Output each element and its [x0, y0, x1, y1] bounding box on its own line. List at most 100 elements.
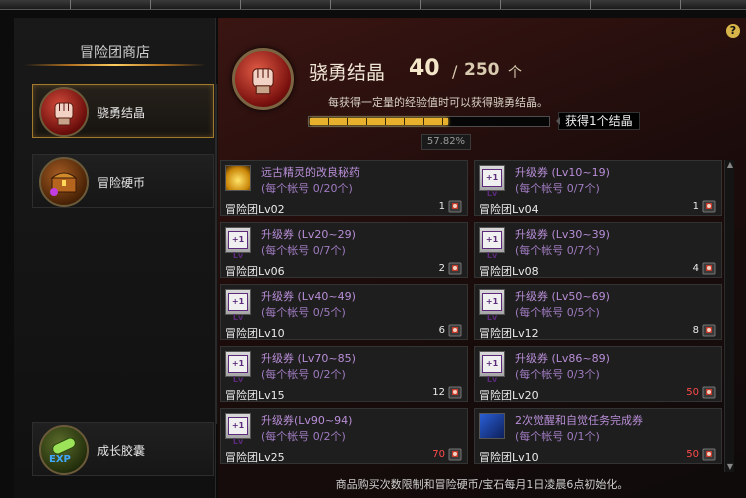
shop-sidebar: 冒险团商店 骁勇结晶 冒险硬币 EXP 成长胶囊 ▲ ▼: [14, 18, 226, 498]
tab-divider: [70, 0, 71, 9]
valor-crystal-currency-icon: [702, 447, 716, 461]
shop-main-panel: ? 骁勇结晶 40 / 2 50 个 每获得一定量的经验值时可以获得骁勇结晶。 5…: [218, 18, 746, 498]
tab-divider: [420, 0, 421, 9]
treasure-chest-icon: [39, 157, 89, 207]
item-requirement: 冒险团Lv25: [225, 451, 285, 464]
sidebar-item-valor-crystal[interactable]: 骁勇结晶: [32, 84, 214, 138]
help-icon[interactable]: ?: [726, 24, 740, 38]
fist-icon: [39, 87, 89, 137]
reward-tooltip: 获得1个结晶: [556, 112, 640, 130]
shop-item[interactable]: +1 Lv 升级券 (Lv70~85) (每个帐号 0/2个) 冒险团Lv15 12: [220, 346, 468, 402]
valor-crystal-icon: [232, 48, 294, 110]
level-ticket-icon: +1 Lv: [479, 351, 505, 384]
item-name: 2次觉醒和自觉任务完成券: [515, 414, 643, 427]
level-ticket-icon: +1 Lv: [225, 413, 251, 446]
item-price: 1: [692, 201, 699, 212]
item-name: 升级券 (Lv86~89): [515, 352, 610, 365]
currency-separator: /: [452, 62, 458, 81]
exp-capsule-icon: EXP: [39, 425, 89, 475]
item-name: 升级券(Lv90~94): [261, 414, 353, 427]
currency-unit: 个: [508, 65, 522, 81]
valor-crystal-currency-icon: [448, 385, 462, 399]
sidebar-item-adventure-coin[interactable]: 冒险硬币: [32, 154, 214, 208]
item-price: 8: [692, 325, 699, 336]
item-requirement: 冒险团Lv02: [225, 203, 285, 216]
shop-title: 冒险团商店: [80, 45, 150, 61]
item-purchase-limit: (每个帐号 0/5个): [515, 306, 600, 319]
valor-crystal-currency-icon: [702, 261, 716, 275]
sidebar-item-label: 成长胶囊: [97, 444, 146, 458]
shop-item[interactable]: +1 Lv 升级券(Lv90~94) (每个帐号 0/2个) 冒险团Lv25 70: [220, 408, 468, 464]
tab-divider: [680, 0, 681, 9]
item-price: 6: [438, 325, 445, 336]
shop-item[interactable]: 远古精灵的改良秘药 (每个帐号 0/20个) 冒险团Lv02 1: [220, 160, 468, 216]
item-price: 2: [438, 263, 445, 274]
item-requirement: 冒险团Lv10: [225, 327, 285, 340]
valor-crystal-currency-icon: [448, 199, 462, 213]
item-purchase-limit: (每个帐号 0/20个): [261, 182, 353, 195]
item-purchase-limit: (每个帐号 0/3个): [515, 368, 600, 381]
item-purchase-limit: (每个帐号 0/7个): [515, 244, 600, 257]
item-scrollbar[interactable]: ▲ ▼: [724, 160, 734, 472]
item-name: 升级券 (Lv70~85): [261, 352, 356, 365]
svg-text:EXP: EXP: [49, 454, 71, 465]
reset-notice: 商品购买次数限制和冒险硬币/宝石每月1日凌晨6点初始化。: [335, 478, 629, 491]
item-purchase-limit: (每个帐号 0/2个): [261, 368, 346, 381]
shop-item[interactable]: +1 Lv 升级券 (Lv50~69) (每个帐号 0/5个) 冒险团Lv12 8: [474, 284, 722, 340]
valor-crystal-currency-icon: [448, 447, 462, 461]
item-purchase-limit: (每个帐号 0/7个): [515, 182, 600, 195]
item-name: 升级券 (Lv30~39): [515, 228, 610, 241]
scroll-down-icon[interactable]: ▼: [725, 462, 735, 472]
item-price: 4: [692, 263, 699, 274]
item-name: 升级券 (Lv10~19): [515, 166, 610, 179]
shop-item[interactable]: +1 Lv 升级券 (Lv20~29) (每个帐号 0/7个) 冒险团Lv06 2: [220, 222, 468, 278]
item-name: 升级券 (Lv20~29): [261, 228, 356, 241]
sidebar-item-label: 骁勇结晶: [97, 106, 146, 120]
crystal-progress-bar: [308, 116, 550, 127]
item-requirement: 冒险团Lv04: [479, 203, 539, 216]
sidebar-item-label: 冒险硬币: [97, 176, 146, 190]
item-name: 远古精灵的改良秘药: [261, 166, 360, 179]
tab-divider: [330, 0, 331, 9]
progress-percent: 57.82%: [421, 134, 471, 150]
currency-name: 骁勇结晶: [309, 62, 386, 84]
item-price: 50: [686, 449, 699, 460]
item-requirement: 冒险团Lv20: [479, 389, 539, 402]
item-purchase-limit: (每个帐号 0/5个): [261, 306, 346, 319]
tab-divider: [590, 0, 591, 9]
progress-fill: [310, 118, 448, 125]
level-ticket-icon: +1 Lv: [225, 351, 251, 384]
shop-item[interactable]: +1 Lv 升级券 (Lv30~39) (每个帐号 0/7个) 冒险团Lv08 4: [474, 222, 722, 278]
shop-item-grid: 远古精灵的改良秘药 (每个帐号 0/20个) 冒险团Lv02 1 +1 Lv 升级券 (L…: [220, 160, 722, 472]
shop-item[interactable]: +1 Lv 升级券 (Lv10~19) (每个帐号 0/7个) 冒险团Lv04 1: [474, 160, 722, 216]
shop-item[interactable]: 2次觉醒和自觉任务完成券 (每个帐号 0/1个) 冒险团Lv10 50: [474, 408, 722, 464]
item-price: 70: [432, 449, 445, 460]
currency-current: 40: [409, 56, 440, 81]
potion-icon: [225, 165, 251, 191]
item-price: 1: [438, 201, 445, 212]
shop-item[interactable]: +1 Lv 升级券 (Lv40~49) (每个帐号 0/5个) 冒险团Lv10 6: [220, 284, 468, 340]
item-purchase-limit: (每个帐号 0/7个): [261, 244, 346, 257]
top-tab-strip: [0, 0, 746, 10]
item-purchase-limit: (每个帐号 0/1个): [515, 430, 600, 443]
valor-crystal-currency-icon: [448, 323, 462, 337]
valor-crystal-currency-icon: [702, 199, 716, 213]
valor-crystal-currency-icon: [448, 261, 462, 275]
item-price: 50: [686, 387, 699, 398]
tab-divider: [500, 0, 501, 9]
level-ticket-icon: +1 Lv: [479, 289, 505, 322]
valor-crystal-currency-icon: [702, 385, 716, 399]
level-ticket-icon: +1 Lv: [479, 227, 505, 260]
item-requirement: 冒险团Lv10: [479, 451, 539, 464]
item-name: 升级券 (Lv50~69): [515, 290, 610, 303]
shop-item[interactable]: +1 Lv 升级券 (Lv86~89) (每个帐号 0/3个) 冒险团Lv20 50: [474, 346, 722, 402]
item-price: 12: [432, 387, 445, 398]
item-name: 升级券 (Lv40~49): [261, 290, 356, 303]
sidebar-item-growth-capsule[interactable]: EXP 成长胶囊: [32, 422, 214, 476]
tab-divider: [240, 0, 241, 9]
scroll-up-icon[interactable]: ▲: [725, 160, 735, 170]
currency-description: 每获得一定量的经验值时可以获得骁勇结晶。: [328, 96, 548, 109]
title-divider: [24, 64, 206, 66]
valor-crystal-currency-icon: [702, 323, 716, 337]
item-requirement: 冒险团Lv15: [225, 389, 285, 402]
